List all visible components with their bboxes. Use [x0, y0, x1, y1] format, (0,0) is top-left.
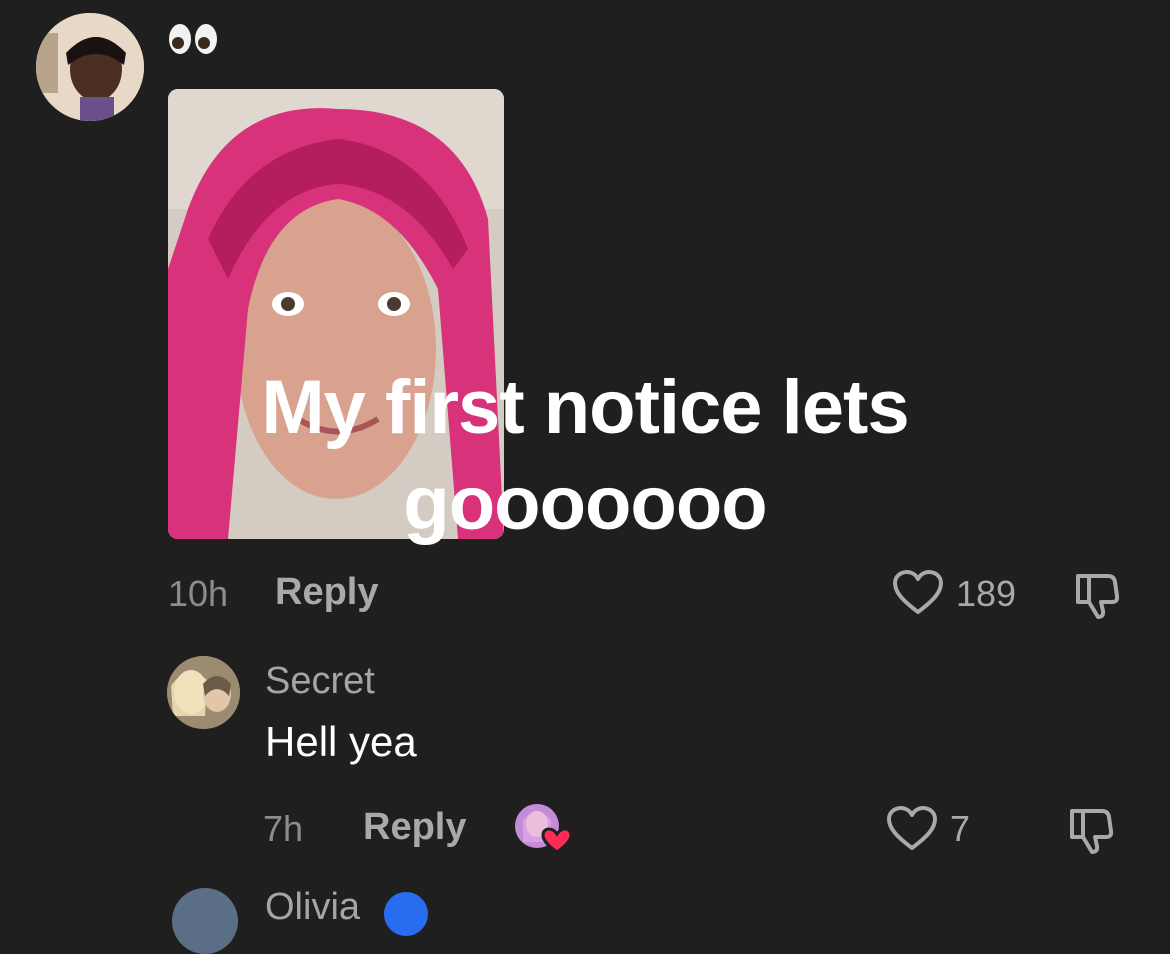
overlay-caption: My first notice lets gooooooo: [261, 365, 909, 546]
dislike-icon[interactable]: [1070, 566, 1124, 620]
reply-username[interactable]: Secret: [265, 660, 375, 703]
user-avatar-icon: [36, 13, 144, 121]
reply-like-count: 7: [950, 808, 971, 849]
like-heart-icon[interactable]: [892, 570, 944, 616]
reply-timestamp: 7h: [263, 808, 304, 849]
verified-badge-icon: [384, 892, 428, 936]
commenter-avatar[interactable]: [36, 13, 144, 121]
creator-liked-icon: [515, 804, 573, 854]
next-comment-username[interactable]: Olivia: [265, 886, 360, 929]
like-count: 189: [956, 573, 1017, 614]
like-heart-icon[interactable]: [886, 806, 938, 852]
comment-timestamp: 10h: [168, 573, 229, 614]
reply-avatar[interactable]: [167, 656, 240, 729]
reply-text: Hell yea: [265, 718, 417, 765]
reply-button[interactable]: Reply: [275, 571, 378, 614]
user-avatar-icon: [167, 656, 240, 729]
dislike-icon[interactable]: [1064, 801, 1118, 855]
next-comment-avatar[interactable]: [172, 888, 238, 954]
reply-to-reply-button[interactable]: Reply: [363, 806, 466, 849]
eyes-emoji-icon: [169, 24, 217, 54]
